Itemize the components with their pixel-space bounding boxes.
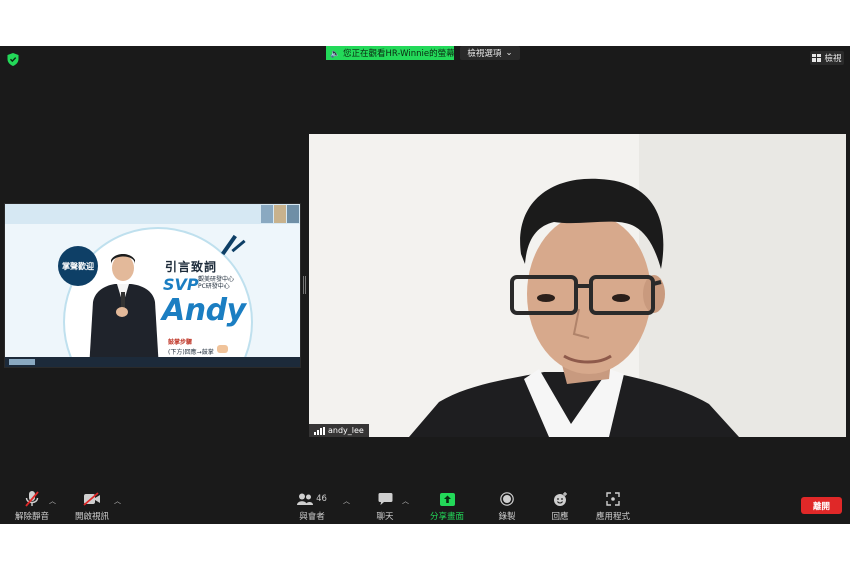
banner-text: 您正在觀看HR-Winnie的螢幕	[342, 49, 454, 59]
unmute-button[interactable]: 解除靜音	[2, 490, 62, 522]
clap-icon	[217, 345, 228, 353]
audio-options-chevron-icon[interactable]: ︿	[49, 496, 56, 506]
apps-icon	[606, 492, 620, 506]
share-screen-icon	[439, 492, 455, 506]
presenter-photo	[89, 254, 159, 367]
participant-video-frame	[309, 134, 846, 437]
reactions-button[interactable]: 回應	[530, 490, 590, 522]
view-options-button[interactable]: 檢視選項 ⌄	[460, 46, 520, 60]
record-button[interactable]: 錄製	[477, 490, 537, 522]
participant-name: andy_lee	[328, 426, 364, 435]
record-label: 錄製	[498, 512, 516, 522]
slide-name: Andy	[162, 293, 246, 328]
speaker-icon: 🔈	[330, 48, 340, 58]
chat-icon	[378, 493, 392, 505]
view-options-label: 檢視選項	[467, 49, 502, 59]
slide-instruction: (下方)回應→鼓掌	[168, 349, 214, 356]
slide-instruction-title: 鼓掌步驟	[168, 339, 193, 346]
unmute-label: 解除靜音	[14, 512, 49, 522]
apps-button[interactable]: 應用程式	[583, 490, 643, 522]
view-button[interactable]: 檢視	[810, 51, 844, 65]
slide-thumbnails	[261, 205, 299, 223]
participants-chevron-icon[interactable]: ︿	[343, 496, 350, 506]
participants-count: 46	[316, 494, 327, 504]
meeting-window: 🔈 您正在觀看HR-Winnie的螢幕 檢視選項 ⌄ 檢視 掌聲歡迎 引言致詞 …	[0, 46, 850, 524]
slide-role: SVP	[163, 275, 199, 294]
leave-button[interactable]: 離開	[801, 497, 842, 514]
viewing-screen-banner: 🔈 您正在觀看HR-Winnie的螢幕	[326, 46, 454, 60]
chat-button[interactable]: 聊天	[355, 490, 415, 522]
start-video-button[interactable]: 開啟視訊	[62, 490, 122, 522]
participants-label: 與會者	[299, 512, 325, 522]
slide-title: 引言致詞	[165, 260, 218, 274]
grid-icon	[812, 54, 822, 62]
chat-chevron-icon[interactable]: ︿	[402, 496, 409, 506]
resize-handle[interactable]	[303, 276, 306, 294]
reactions-icon	[553, 491, 567, 506]
slide-dept-line2: PC研發中心	[198, 283, 230, 290]
participant-video[interactable]: andy_lee	[309, 134, 846, 437]
slide-top-band	[5, 204, 300, 224]
slide-accent	[221, 234, 237, 256]
chevron-down-icon: ⌄	[505, 48, 513, 58]
signal-icon	[314, 426, 325, 435]
muted-microphone-icon	[25, 491, 39, 507]
video-options-chevron-icon[interactable]: ︿	[114, 496, 121, 506]
participants-icon	[297, 493, 314, 505]
view-label: 檢視	[824, 54, 842, 64]
start-video-label: 開啟視訊	[74, 512, 109, 522]
share-screen-button[interactable]: 分享畫面	[417, 490, 477, 522]
shield-icon[interactable]	[7, 53, 19, 66]
slide-dept-line1: 觀美研發中心	[198, 276, 235, 283]
shared-screen[interactable]: 掌聲歡迎 引言致詞 SVP 觀美研發中心 PC研發中心 Andy 鼓掌步驟 (下…	[4, 203, 301, 368]
slide-bottom-bar	[5, 357, 300, 367]
video-off-icon	[83, 492, 100, 506]
share-screen-label: 分享畫面	[429, 512, 464, 522]
participants-button[interactable]: 46 與會者	[282, 490, 342, 522]
record-icon	[500, 492, 514, 506]
participant-name-tag: andy_lee	[309, 424, 369, 437]
reactions-label: 回應	[551, 512, 569, 522]
chat-label: 聊天	[376, 512, 394, 522]
apps-label: 應用程式	[595, 512, 630, 522]
slide-department: 觀美研發中心 PC研發中心	[198, 276, 234, 290]
